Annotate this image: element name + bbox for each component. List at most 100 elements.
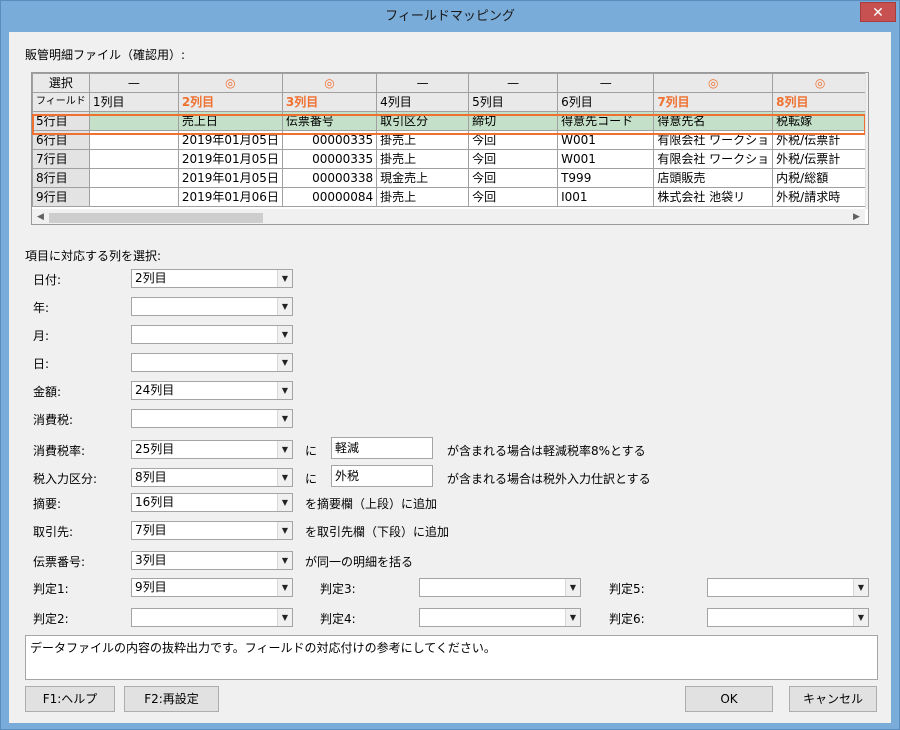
ok-button[interactable]: OK [685,686,773,712]
col-header-8[interactable]: 8列目 [772,92,868,112]
chevron-down-icon[interactable]: ▼ [277,441,292,458]
judge2-label: 判定2: [33,612,69,626]
grid-mark-row: 選択 — ◎ ◎ — — — ◎ ◎ [32,73,868,93]
chevron-down-icon[interactable]: ▼ [277,522,292,539]
col-header-2[interactable]: 2列目 [177,92,283,112]
col-header-4[interactable]: 4列目 [376,92,470,112]
col-mark-2[interactable]: ◎ [177,73,283,93]
col-mark-1[interactable]: — [88,73,179,93]
table-cell: T999 [557,168,655,188]
col-mark-4[interactable]: — [376,73,470,93]
row-header[interactable]: 8行目 [32,168,90,188]
table-cell: 外税/伝票計 [772,149,868,169]
tax-rate-suffix: が含まれる場合は軽減税率8%とする [447,444,646,458]
chevron-down-icon[interactable]: ▼ [277,579,292,596]
tax-input-select[interactable]: 8列目 ▼ [131,468,293,487]
tax-rate-select[interactable]: 25列目 ▼ [131,440,293,459]
summary-suffix: を摘要欄（上段）に追加 [305,497,438,511]
dialog-window: フィールドマッピング ✕ 販管明細ファイル（確認用）: 選択 — ◎ ◎ — —… [0,0,900,730]
col-header-7[interactable]: 7列目 [653,92,774,112]
partner-select[interactable]: 7列目 ▼ [131,521,293,540]
tax-select[interactable]: ▼ [131,409,293,428]
table-row[interactable]: 6行目 2019年01月05日 00000335 掛売上 今回 W001 有限会… [32,130,868,150]
col-mark-8[interactable]: ◎ [772,73,868,93]
table-cell: 2019年01月05日 [177,149,283,169]
col-header-3[interactable]: 3列目 [281,92,378,112]
slip-select[interactable]: 3列目 ▼ [131,551,293,570]
summary-select[interactable]: 16列目 ▼ [131,493,293,512]
col-header-5[interactable]: 5列目 [468,92,559,112]
judge6-select[interactable]: ▼ [707,608,869,627]
table-cell: 有限会社 ワークショ [653,130,774,150]
chevron-down-icon[interactable]: ▼ [277,298,292,315]
help-button[interactable]: F1:ヘルプ [25,686,115,712]
day-select[interactable]: ▼ [131,353,293,372]
scroll-up-icon[interactable]: ▲ [866,73,868,90]
col-mark-6[interactable]: — [557,73,655,93]
table-cell: W001 [557,130,655,150]
row-header[interactable]: 9行目 [32,187,90,207]
date-select[interactable]: 2列目 ▼ [131,269,293,288]
tax-input-keyword-input[interactable]: 外税 [331,465,433,487]
scroll-down-icon[interactable]: ▼ [866,192,868,209]
row-header[interactable]: 6行目 [32,130,90,150]
month-select[interactable]: ▼ [131,325,293,344]
horizontal-scroll-thumb[interactable] [49,213,263,223]
chevron-down-icon[interactable]: ▼ [277,469,292,486]
chevron-down-icon[interactable]: ▼ [277,552,292,569]
table-cell: 00000338 [281,168,378,188]
judge1-select[interactable]: 9列目 ▼ [131,578,293,597]
row-header[interactable]: 7行目 [32,149,90,169]
chevron-down-icon[interactable]: ▼ [277,410,292,427]
horizontal-scrollbar[interactable]: ◀ ▶ [32,209,865,224]
chevron-down-icon[interactable]: ▼ [277,270,292,287]
table-cell: W001 [557,149,655,169]
chevron-down-icon[interactable]: ▼ [277,382,292,399]
amount-label: 金額: [33,385,62,399]
table-row[interactable]: 8行目 2019年01月05日 00000338 現金売上 今回 T999 店頭… [32,168,868,188]
scroll-left-icon[interactable]: ◀ [32,209,49,224]
table-cell: 税転嫁 [772,111,868,131]
table-row[interactable]: 9行目 2019年01月06日 00000084 掛売上 今回 I001 株式会… [32,187,868,207]
row-header[interactable]: 5行目 [32,111,90,131]
chevron-down-icon[interactable]: ▼ [853,609,868,626]
chevron-down-icon[interactable]: ▼ [565,609,580,626]
judge1-label: 判定1: [33,582,69,596]
year-select[interactable]: ▼ [131,297,293,316]
chevron-down-icon[interactable]: ▼ [277,494,292,511]
close-button[interactable]: ✕ [860,2,896,22]
tax-label: 消費税: [33,413,74,427]
chevron-down-icon[interactable]: ▼ [277,354,292,371]
chevron-down-icon[interactable]: ▼ [277,326,292,343]
amount-select[interactable]: 24列目 ▼ [131,381,293,400]
preview-grid[interactable]: 選択 — ◎ ◎ — — — ◎ ◎ フィールド 1列目 2列目 3列目 4列目… [31,72,869,225]
col-mark-5[interactable]: — [468,73,559,93]
vertical-scrollbar[interactable]: ▲ ▼ [865,73,868,209]
judge5-select[interactable]: ▼ [707,578,869,597]
chevron-down-icon[interactable]: ▼ [853,579,868,596]
table-row[interactable]: 7行目 2019年01月05日 00000335 掛売上 今回 W001 有限会… [32,149,868,169]
chevron-down-icon[interactable]: ▼ [277,609,292,626]
table-cell: 現金売上 [376,168,470,188]
cancel-button[interactable]: キャンセル [789,686,877,712]
table-cell: I001 [557,187,655,207]
col-mark-7[interactable]: ◎ [653,73,774,93]
col-mark-3[interactable]: ◎ [281,73,378,93]
col-header-6[interactable]: 6列目 [557,92,655,112]
chevron-down-icon[interactable]: ▼ [565,579,580,596]
partner-suffix: を取引先欄（下段）に追加 [305,525,450,539]
table-cell: 売上日 [177,111,283,131]
reset-button[interactable]: F2:再設定 [124,686,219,712]
table-cell: 00000335 [281,130,378,150]
table-cell [88,130,179,150]
judge2-select[interactable]: ▼ [131,608,293,627]
table-row-selected[interactable]: 5行目 売上日 伝票番号 取引区分 締切 得意先コード 得意先名 税転嫁 [32,111,868,131]
title-bar[interactable]: フィールドマッピング ✕ [1,1,899,32]
judge3-select[interactable]: ▼ [419,578,581,597]
mapping-section-label: 項目に対応する列を選択: [25,249,162,263]
tax-rate-keyword-input[interactable]: 軽減 [331,437,433,459]
judge4-select[interactable]: ▼ [419,608,581,627]
col-header-1[interactable]: 1列目 [88,92,179,112]
table-cell: 伝票番号 [281,111,378,131]
scroll-right-icon[interactable]: ▶ [848,209,865,224]
